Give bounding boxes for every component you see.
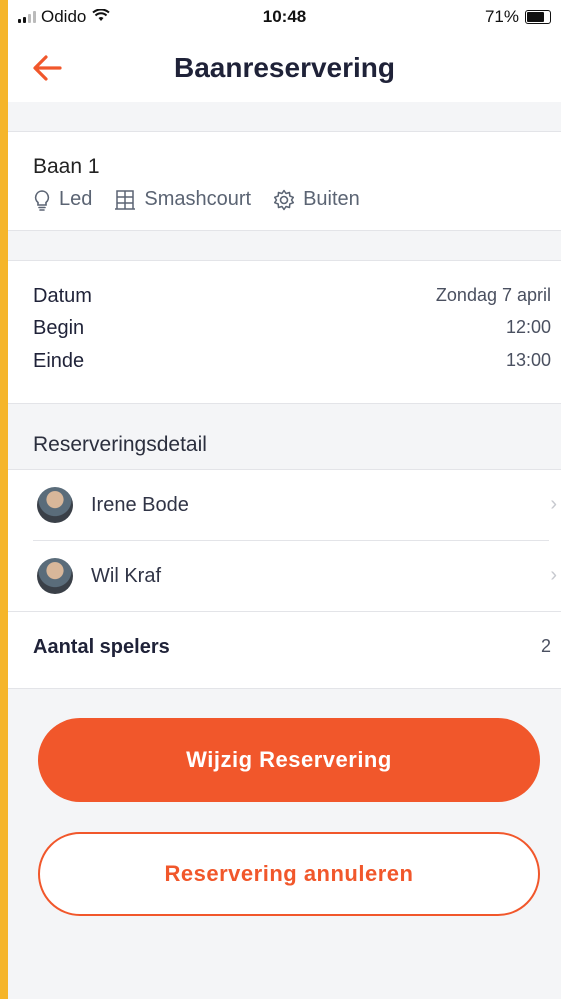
page-title: Baanreservering (173, 52, 395, 83)
feature-outdoor: Buiten (273, 188, 360, 211)
edit-reservation-button[interactable]: Wijzig Reservering (38, 718, 540, 802)
player-count-value: 2 (540, 636, 551, 656)
chevron-right-icon: › (550, 564, 557, 586)
player-count-label: Aantal spelers (33, 636, 170, 658)
date-label: Datum (33, 285, 92, 307)
avatar (37, 558, 73, 594)
status-time: 10:48 (262, 7, 307, 26)
end-value: 13:00 (505, 350, 551, 370)
feature-led-label: Led (59, 188, 93, 210)
lightbulb-icon (34, 189, 50, 211)
status-bar: Odido 10:48 71% (8, 0, 561, 36)
feature-outdoor-label: Buiten (303, 188, 360, 210)
start-value: 12:00 (505, 317, 551, 337)
app-screen: Odido 10:48 71% Baanreservering Baan 1 L… (8, 0, 561, 999)
battery-icon (525, 10, 551, 24)
nav-header: Baanreservering (8, 36, 561, 102)
avatar (37, 487, 73, 523)
feature-court: Smashcourt (114, 188, 251, 211)
court-name: Baan 1 (33, 155, 100, 178)
date-row: Datum Zondag 7 april (33, 285, 551, 308)
battery-group: 71% (485, 7, 551, 27)
court-features: Led Smashcourt Buiten (33, 188, 382, 211)
date-value: Zondag 7 april (435, 285, 551, 305)
player-name: Wil Kraf (91, 564, 161, 587)
gear-icon (274, 189, 295, 210)
player-row[interactable]: Wil Kraf › (8, 541, 561, 611)
player-row[interactable]: Irene Bode › (8, 470, 561, 540)
court-icon (115, 189, 136, 210)
start-row: Begin 12:00 (33, 317, 551, 340)
feature-court-label: Smashcourt (144, 188, 252, 210)
details-heading: Reserveringsdetail (33, 433, 207, 456)
battery-percent: 71% (484, 7, 519, 26)
players-card: Irene Bode › Wil Kraf › Aantal spelers 2 (8, 469, 561, 689)
end-row: Einde 13:00 (33, 350, 551, 373)
player-name: Irene Bode (91, 493, 189, 516)
start-label: Begin (33, 317, 85, 339)
chevron-right-icon: › (550, 493, 557, 515)
cancel-reservation-button[interactable]: Reservering annuleren (38, 832, 540, 916)
court-card: Baan 1 Led Smashcourt Buiten (8, 131, 561, 231)
end-label: Einde (33, 350, 85, 372)
player-count-row: Aantal spelers 2 (8, 611, 561, 688)
feature-led: Led (33, 188, 92, 211)
schedule-card: Datum Zondag 7 april Begin 12:00 Einde 1… (8, 260, 561, 404)
